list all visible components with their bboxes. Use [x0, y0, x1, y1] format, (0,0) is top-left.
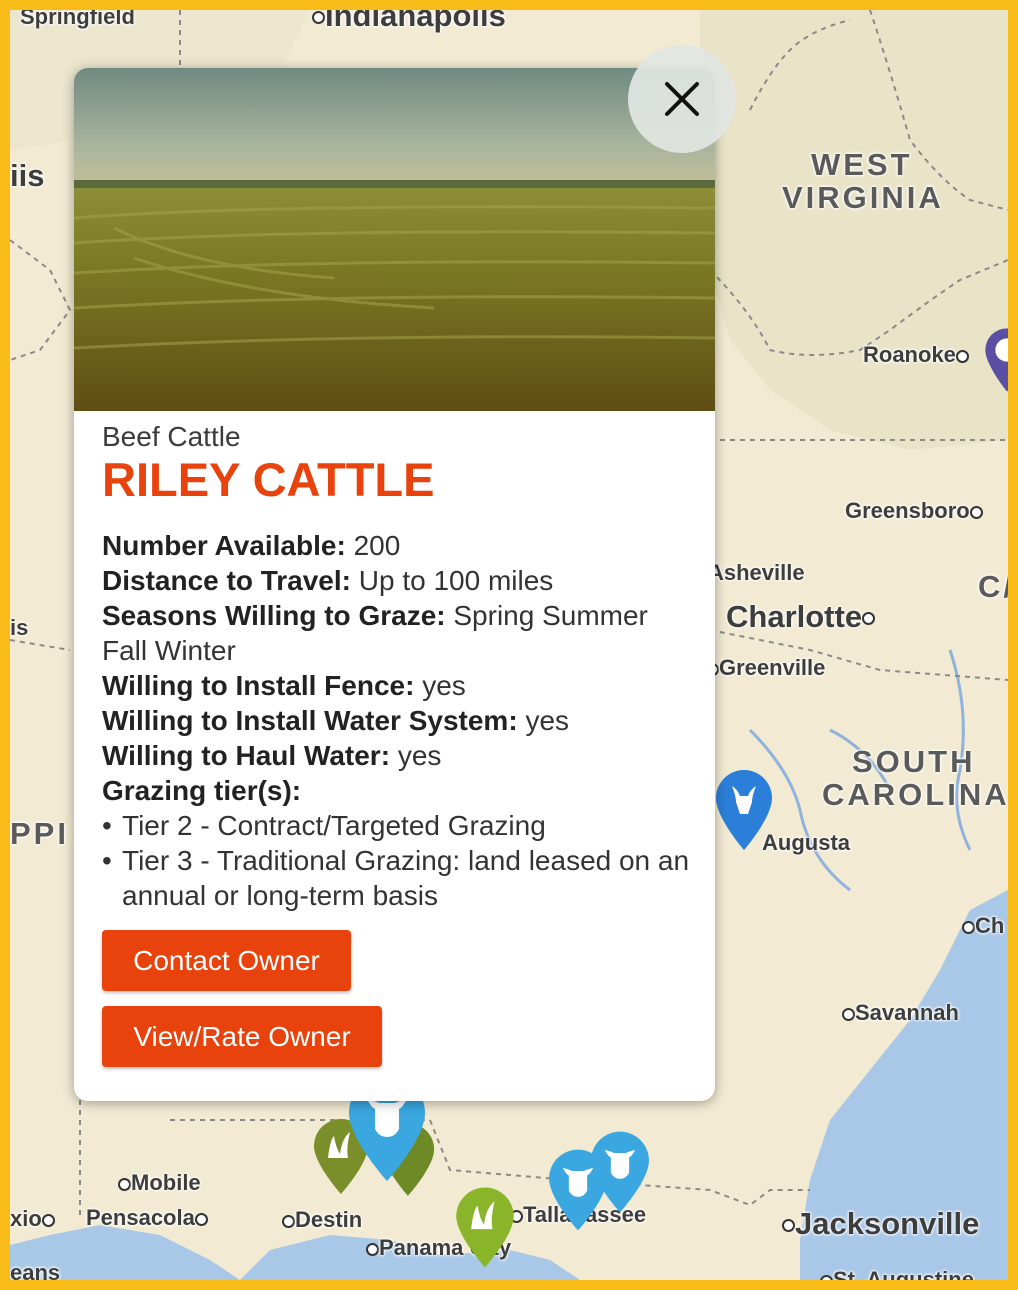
city-label-asheville: Asheville [708, 560, 805, 585]
city-dot [282, 1214, 295, 1228]
map-marker-purple[interactable] [982, 320, 1008, 400]
city-name: Mobile [131, 1170, 201, 1195]
map-label-south-carolina: SOUTH CAROLINA [822, 744, 1010, 812]
city-label-springfield: Springfield [20, 4, 135, 29]
tier-item: Tier 2 - Contract/Targeted Grazing [102, 808, 692, 843]
city-dot [969, 505, 983, 519]
city-label-greenville: Greenville [706, 655, 825, 681]
city-name: Roanoke [863, 342, 956, 367]
map-frame: WEST VIRGINIA SOUTH CAROLINA PPI C/ Indi… [0, 0, 1018, 1290]
city-name: Jacksonville [795, 1206, 980, 1241]
detail-value: yes [397, 740, 442, 771]
city-name: St. Augustine [833, 1267, 974, 1290]
city-label-illinois-partial: iis [10, 158, 45, 193]
listing-details: Number Available: 200 Distance to Travel… [102, 528, 692, 808]
city-name: Savannah [855, 1000, 959, 1025]
city-label-charlotte: Charlotte [726, 599, 876, 635]
city-label-greensboro: Greensboro [845, 498, 983, 524]
detail-value: yes [525, 705, 570, 736]
close-popup-button[interactable] [628, 45, 736, 153]
map-marker-green-grass[interactable] [452, 1186, 518, 1270]
grazing-tiers-label: Grazing tier(s): [102, 773, 692, 808]
city-name: Greenville [719, 655, 826, 680]
listing-content: Beef Cattle RILEY CATTLE Number Availabl… [102, 422, 692, 913]
state-label-line: SOUTH [852, 744, 976, 779]
city-label-is-partial: is [10, 615, 29, 640]
listing-photo [74, 68, 715, 411]
detail-label: Willing to Install Fence: [102, 670, 415, 701]
city-dot [782, 1219, 795, 1233]
city-label-roanoke: Roanoke [863, 342, 969, 368]
city-dot [955, 349, 969, 363]
city-dot [862, 612, 876, 626]
city-name: Greensboro [845, 498, 970, 523]
detail-value: yes [422, 670, 466, 701]
tier-item: Tier 3 - Traditional Grazing: land lease… [102, 843, 692, 913]
detail-label: Distance to Travel: [102, 565, 351, 596]
detail-fence: Willing to Install Fence: yes [102, 668, 692, 703]
city-label-orleans-partial: eans [10, 1260, 61, 1285]
state-label-line: WEST [811, 147, 913, 182]
detail-value: Up to 100 miles [358, 565, 554, 596]
city-dot [41, 1213, 55, 1227]
city-name: Ch [975, 913, 1005, 938]
state-label-line: VIRGINIA [782, 180, 944, 215]
map-label-mississippi-partial: PPI [10, 816, 69, 851]
city-dot [842, 1007, 855, 1021]
city-name: xio [10, 1206, 42, 1231]
city-dot [366, 1242, 379, 1256]
listing-category: Beef Cattle [102, 421, 241, 452]
view-rate-owner-button[interactable]: View/Rate Owner [102, 1006, 382, 1067]
city-name: Pensacola [86, 1205, 195, 1230]
detail-water-system: Willing to Install Water System: yes [102, 703, 692, 738]
city-dot [962, 920, 975, 934]
city-name: Charlotte [726, 599, 863, 634]
city-label-savannah: Savannah [842, 1000, 959, 1026]
state-label-line: CAROLINA [822, 777, 1010, 812]
city-label-destin: Destin [282, 1207, 362, 1233]
detail-value: 200 [353, 530, 401, 561]
listing-title: RILEY CATTLE [102, 453, 435, 506]
city-dot [312, 11, 325, 25]
city-dot [194, 1212, 208, 1226]
detail-label: Willing to Haul Water: [102, 740, 391, 771]
city-name: Indianapolis [325, 0, 506, 33]
city-dot [118, 1177, 131, 1191]
detail-label: Grazing tier(s): [102, 775, 302, 806]
grazing-tiers-list: Tier 2 - Contract/Targeted Grazing Tier … [102, 808, 692, 913]
detail-label: Willing to Install Water System: [102, 705, 518, 736]
city-label-pensacola: Pensacola [86, 1205, 208, 1231]
map-label-west-virginia: WEST VIRGINIA [782, 148, 944, 214]
city-name: Destin [295, 1207, 363, 1232]
close-icon [665, 82, 699, 116]
detail-distance: Distance to Travel: Up to 100 miles [102, 563, 692, 598]
detail-number-available: Number Available: 200 [102, 528, 692, 563]
city-label-indianapolis: Indianapolis [312, 0, 506, 34]
detail-label: Number Available: [102, 530, 346, 561]
city-label-mobile: Mobile [118, 1170, 201, 1196]
city-label-charleston-partial: Ch [962, 913, 1004, 939]
detail-seasons: Seasons Willing to Graze: Spring Summer … [102, 598, 692, 668]
map-marker-goat[interactable] [712, 768, 776, 852]
detail-haul-water: Willing to Haul Water: yes [102, 738, 692, 773]
contact-owner-button[interactable]: Contact Owner [102, 930, 351, 991]
city-label-st-augustine: St. Augustine [820, 1267, 974, 1290]
map-label-carolina-partial: C/ [978, 569, 1015, 604]
city-label-jacksonville: Jacksonville [782, 1206, 979, 1242]
detail-label: Seasons Willing to Graze: [102, 600, 446, 631]
city-label-mexico-partial: xio [10, 1206, 55, 1232]
listing-popup: Beef Cattle RILEY CATTLE Number Availabl… [74, 68, 715, 1101]
city-dot [820, 1274, 833, 1280]
map-marker-cattle[interactable] [546, 1148, 610, 1232]
